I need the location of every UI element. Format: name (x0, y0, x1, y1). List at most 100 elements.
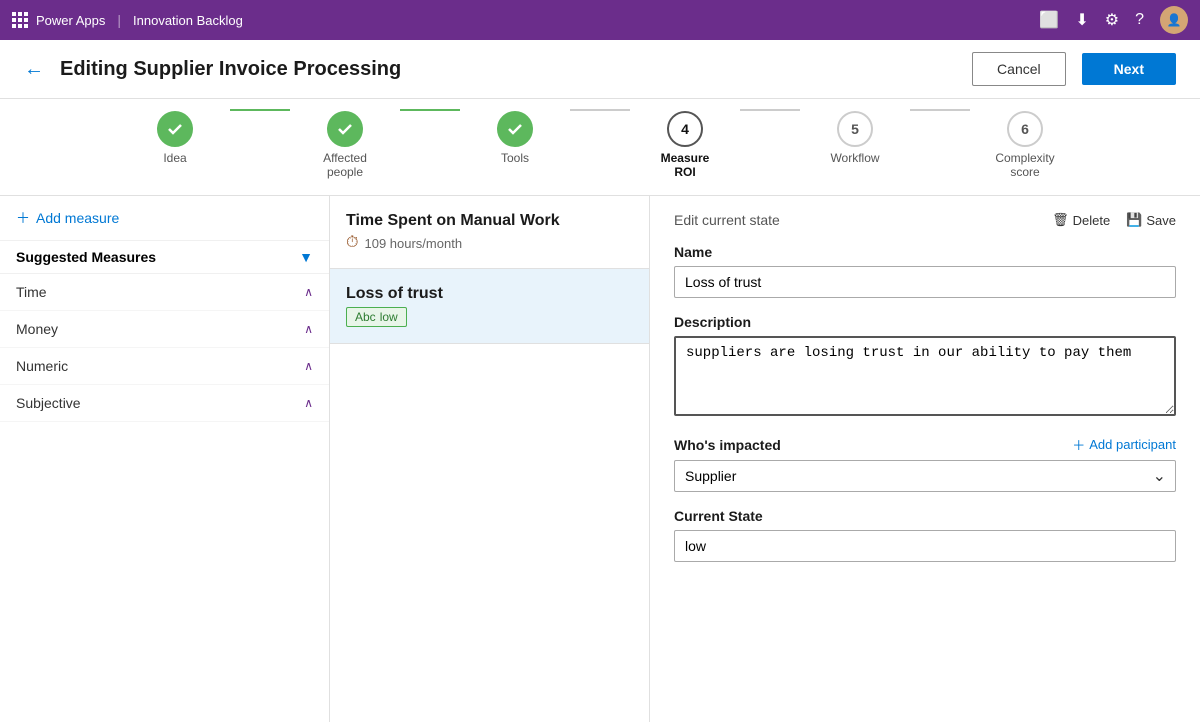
delete-label: Delete (1073, 213, 1111, 228)
name-label: Name (674, 244, 1176, 260)
save-label: Save (1146, 213, 1176, 228)
filter-icon[interactable]: ▼ (299, 249, 313, 265)
description-group: Description suppliers are losing trust i… (674, 314, 1176, 419)
step-idea[interactable]: Idea (120, 111, 230, 165)
stepper: Idea Affectedpeople Tools 4 MeasureROI (0, 99, 1200, 196)
topbar: Power Apps | Innovation Backlog ⬜ ⬇ ⚙ ? … (0, 0, 1200, 40)
topbar-powerapps: Power Apps (36, 13, 105, 28)
grid-icon[interactable] (12, 12, 28, 28)
edit-state-header: Edit current state 🗑 Delete 💾 Save (674, 212, 1176, 228)
line-4 (740, 109, 800, 111)
edit-actions: 🗑 Delete 💾 Save (1052, 212, 1176, 228)
abc-badge: Abc low (346, 307, 407, 327)
chevron-subjective-icon: ∧ (304, 396, 313, 410)
trash-icon: 🗑 (1052, 212, 1069, 228)
category-numeric-label: Numeric (16, 358, 68, 374)
cancel-button[interactable]: Cancel (972, 52, 1066, 86)
avatar[interactable]: 👤 (1160, 6, 1188, 34)
line-1 (230, 109, 290, 111)
step-4-circle: 4 (667, 111, 703, 147)
measure-time-subtitle: ⏱ 109 hours/month (346, 234, 633, 252)
edit-state-label: Edit current state (674, 212, 780, 228)
measure-time-title: Time Spent on Manual Work (346, 212, 633, 230)
step-6-label: Complexityscore (995, 151, 1054, 179)
save-icon: 💾 (1126, 212, 1142, 228)
step-measure-roi[interactable]: 4 MeasureROI (630, 111, 740, 179)
sidebar: ＋ Add measure Suggested Measures ▼ Time … (0, 196, 330, 722)
save-button[interactable]: 💾 Save (1126, 212, 1176, 228)
step-2-circle (327, 111, 363, 147)
delete-button[interactable]: 🗑 Delete (1052, 212, 1110, 228)
measure-time-value: 109 hours/month (364, 236, 462, 251)
topbar-sep: | (117, 12, 121, 28)
step-3-circle (497, 111, 533, 147)
participant-select-wrapper: Supplier ⌄ (674, 460, 1176, 492)
add-measure-button[interactable]: ＋ Add measure (0, 196, 329, 241)
step-complexity-score[interactable]: 6 Complexityscore (970, 111, 1080, 179)
suggested-measures-title: Suggested Measures (16, 249, 156, 265)
help-icon[interactable]: ? (1135, 11, 1144, 29)
suggested-measures-header: Suggested Measures ▼ (0, 241, 329, 274)
step-affected-people[interactable]: Affectedpeople (290, 111, 400, 179)
name-group: Name (674, 244, 1176, 298)
description-textarea[interactable]: suppliers are losing trust in our abilit… (674, 336, 1176, 416)
line-3 (570, 109, 630, 111)
category-subjective[interactable]: Subjective ∧ (0, 385, 329, 422)
step-workflow[interactable]: 5 Workflow (800, 111, 910, 165)
step-tools[interactable]: Tools (460, 111, 570, 165)
chevron-time-icon: ∧ (304, 285, 313, 299)
category-subjective-label: Subjective (16, 395, 81, 411)
category-money[interactable]: Money ∧ (0, 311, 329, 348)
add-participant-button[interactable]: ＋ Add participant (1072, 435, 1176, 454)
measure-trust-title: Loss of trust (346, 285, 633, 303)
abc-label: Abc (355, 310, 376, 324)
line-2 (400, 109, 460, 111)
step-6-circle: 6 (1007, 111, 1043, 147)
category-time-label: Time (16, 284, 47, 300)
who-impacted-label: Who's impacted (674, 437, 781, 453)
chevron-numeric-icon: ∧ (304, 359, 313, 373)
plus-participant-icon: ＋ (1072, 435, 1085, 454)
category-money-label: Money (16, 321, 58, 337)
stepper-wrapper: Idea Affectedpeople Tools 4 MeasureROI (120, 111, 1080, 179)
step-2-label: Affectedpeople (323, 151, 367, 179)
current-state-input[interactable] (674, 530, 1176, 562)
topbar-appname: Innovation Backlog (133, 13, 243, 28)
participant-select[interactable]: Supplier (674, 460, 1176, 492)
page-title: Editing Supplier Invoice Processing (60, 58, 956, 81)
add-participant-label: Add participant (1089, 437, 1176, 452)
measure-card-time[interactable]: Time Spent on Manual Work ⏱ 109 hours/mo… (330, 196, 649, 269)
category-numeric[interactable]: Numeric ∧ (0, 348, 329, 385)
monitor-icon[interactable]: ⬜ (1039, 10, 1059, 30)
step-5-circle: 5 (837, 111, 873, 147)
who-impacted-group: Who's impacted ＋ Add participant Supplie… (674, 435, 1176, 492)
trust-tag-value: low (380, 310, 398, 324)
who-impacted-header: Who's impacted ＋ Add participant (674, 435, 1176, 454)
step-4-label: MeasureROI (661, 151, 710, 179)
step-1-circle (157, 111, 193, 147)
add-measure-label: Add measure (36, 210, 119, 226)
current-state-label: Current State (674, 508, 1176, 524)
download-icon[interactable]: ⬇ (1075, 10, 1088, 30)
right-panel: Edit current state 🗑 Delete 💾 Save Name … (650, 196, 1200, 722)
step-5-label: Workflow (830, 151, 879, 165)
next-button[interactable]: Next (1082, 53, 1176, 85)
page-header: ← Editing Supplier Invoice Processing Ca… (0, 40, 1200, 99)
measure-card-trust[interactable]: Loss of trust Abc low (330, 269, 649, 344)
measure-trust-subtitle: Abc low (346, 307, 633, 327)
center-panel: Time Spent on Manual Work ⏱ 109 hours/mo… (330, 196, 650, 722)
settings-icon[interactable]: ⚙ (1105, 10, 1119, 30)
description-label: Description (674, 314, 1176, 330)
hourglass-icon: ⏱ (346, 234, 358, 252)
topbar-right: ⬜ ⬇ ⚙ ? 👤 (1039, 6, 1188, 34)
back-button[interactable]: ← (24, 58, 44, 81)
category-time[interactable]: Time ∧ (0, 274, 329, 311)
name-input[interactable] (674, 266, 1176, 298)
line-5 (910, 109, 970, 111)
plus-icon: ＋ (16, 208, 30, 228)
step-3-label: Tools (501, 151, 529, 165)
main-content: ＋ Add measure Suggested Measures ▼ Time … (0, 196, 1200, 722)
chevron-money-icon: ∧ (304, 322, 313, 336)
step-1-label: Idea (163, 151, 186, 165)
current-state-group: Current State (674, 508, 1176, 562)
